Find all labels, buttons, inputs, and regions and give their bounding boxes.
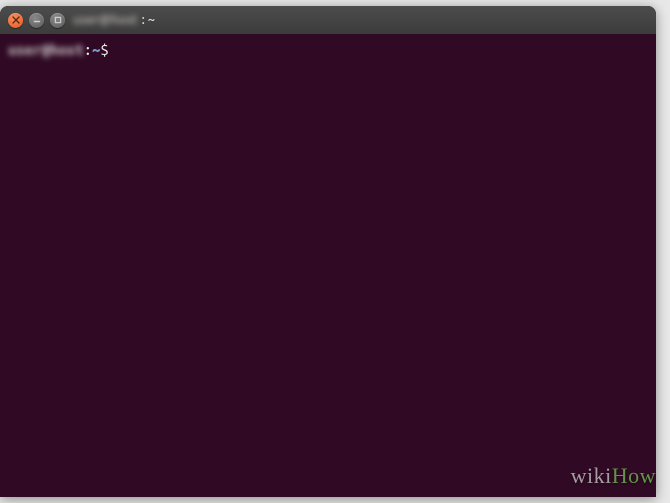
terminal-body[interactable]: user@host:~$ — [0, 34, 656, 497]
minimize-button[interactable] — [29, 13, 44, 28]
window-titlebar[interactable]: user@host : ~ — [0, 6, 656, 34]
prompt-space — [109, 40, 117, 60]
prompt-symbol: $ — [100, 40, 108, 60]
prompt-user-host: user@host — [8, 40, 84, 60]
minimize-icon — [33, 16, 41, 24]
title-suffix: : ~ — [142, 13, 156, 27]
prompt-line: user@host:~$ — [8, 40, 648, 60]
prompt-path: ~ — [92, 40, 100, 60]
maximize-button[interactable] — [50, 13, 65, 28]
prompt-colon: : — [84, 40, 92, 60]
window-controls — [8, 13, 65, 28]
maximize-icon — [54, 16, 62, 24]
terminal-window: user@host: ~ user@host:~$ — [0, 6, 656, 497]
close-button[interactable] — [8, 13, 23, 28]
close-icon — [12, 16, 20, 24]
title-user-host: user@host — [73, 13, 138, 27]
window-title: user@host : ~ — [73, 13, 155, 27]
